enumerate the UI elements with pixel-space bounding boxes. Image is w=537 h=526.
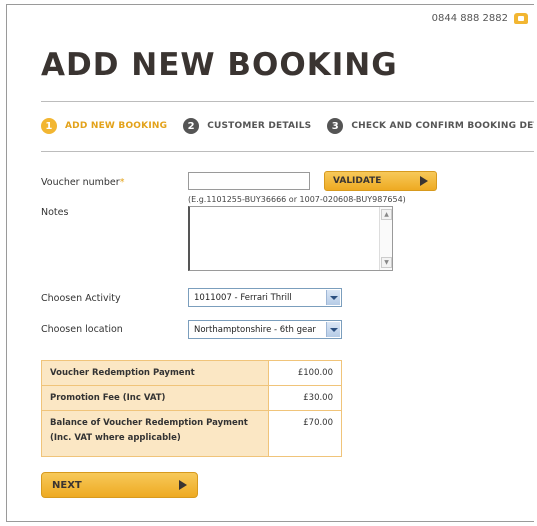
payment-label: Voucher Redemption Payment bbox=[41, 360, 269, 386]
table-row: Balance of Voucher Redemption Payment (I… bbox=[41, 410, 342, 457]
payment-label: Balance of Voucher Redemption Payment (I… bbox=[41, 410, 269, 457]
table-row: Promotion Fee (Inc VAT) £30.00 bbox=[41, 385, 342, 411]
step-3-label: CHECK AND CONFIRM BOOKING DETAI bbox=[351, 121, 534, 131]
page-title: ADD NEW BOOKING bbox=[41, 47, 398, 83]
required-asterisk: * bbox=[119, 177, 125, 188]
chosen-activity-select[interactable]: 1011007 - Ferrari Thrill bbox=[188, 288, 342, 307]
table-row: Voucher Redemption Payment £100.00 bbox=[41, 360, 342, 386]
step-1-label: ADD NEW BOOKING bbox=[65, 121, 168, 131]
phone-contact: 0844 888 2882 bbox=[432, 13, 528, 24]
step-2-label: CUSTOMER DETAILS bbox=[207, 121, 312, 131]
step-2-number: 2 bbox=[183, 118, 200, 134]
step-2: 2 CUSTOMER DETAILS bbox=[183, 118, 311, 134]
next-button-label: NEXT bbox=[52, 479, 82, 491]
next-button[interactable]: NEXT bbox=[41, 472, 198, 498]
step-3-number: 3 bbox=[327, 118, 344, 134]
chevron-down-icon[interactable] bbox=[326, 322, 340, 337]
validate-button[interactable]: VALIDATE bbox=[324, 171, 437, 191]
payment-value: £100.00 bbox=[268, 360, 342, 386]
validate-button-label: VALIDATE bbox=[333, 176, 382, 186]
voucher-number-label: Voucher number* bbox=[41, 177, 124, 188]
chevron-down-icon[interactable] bbox=[326, 290, 340, 305]
steps-divider bbox=[41, 151, 534, 152]
chosen-activity-label: Choosen Activity bbox=[41, 293, 121, 304]
chosen-location-value: Northamptonshire - 6th gear bbox=[194, 324, 316, 335]
scroll-down-icon[interactable]: ▼ bbox=[381, 257, 392, 268]
booking-frame: 0844 888 2882 ADD NEW BOOKING 1 ADD NEW … bbox=[6, 4, 534, 522]
chosen-location-select[interactable]: Northamptonshire - 6th gear bbox=[188, 320, 342, 339]
balance-label-line-1: Balance of Voucher Redemption Payment bbox=[50, 418, 248, 428]
arrow-right-icon bbox=[179, 480, 187, 490]
payment-summary-table: Voucher Redemption Payment £100.00 Promo… bbox=[41, 360, 342, 457]
payment-label: Promotion Fee (Inc VAT) bbox=[41, 385, 269, 411]
voucher-number-input[interactable] bbox=[188, 172, 310, 190]
step-1-number: 1 bbox=[41, 118, 57, 134]
phone-icon bbox=[514, 13, 528, 24]
payment-value: £30.00 bbox=[268, 385, 342, 411]
payment-value: £70.00 bbox=[268, 410, 342, 457]
chosen-activity-value: 1011007 - Ferrari Thrill bbox=[194, 292, 292, 303]
notes-scrollbar[interactable]: ▲ ▼ bbox=[379, 207, 392, 270]
voucher-format-hint: (E.g.1101255-BUY36666 or 1007-020608-BUY… bbox=[188, 195, 406, 204]
voucher-number-label-text: Voucher number bbox=[41, 177, 120, 188]
scroll-up-icon[interactable]: ▲ bbox=[381, 209, 392, 220]
phone-number: 0844 888 2882 bbox=[431, 13, 508, 24]
title-divider bbox=[41, 101, 534, 102]
arrow-right-icon bbox=[420, 176, 428, 186]
chosen-location-label: Choosen location bbox=[41, 324, 123, 335]
step-1: 1 ADD NEW BOOKING bbox=[41, 118, 167, 134]
step-3: 3 CHECK AND CONFIRM BOOKING DETAI bbox=[327, 118, 534, 134]
balance-label-line-2: (Inc. VAT where applicable) bbox=[50, 433, 181, 443]
step-progress: 1 ADD NEW BOOKING 2 CUSTOMER DETAILS 3 C… bbox=[41, 118, 534, 134]
notes-textarea[interactable]: ▲ ▼ bbox=[188, 206, 393, 271]
notes-label: Notes bbox=[41, 207, 69, 218]
